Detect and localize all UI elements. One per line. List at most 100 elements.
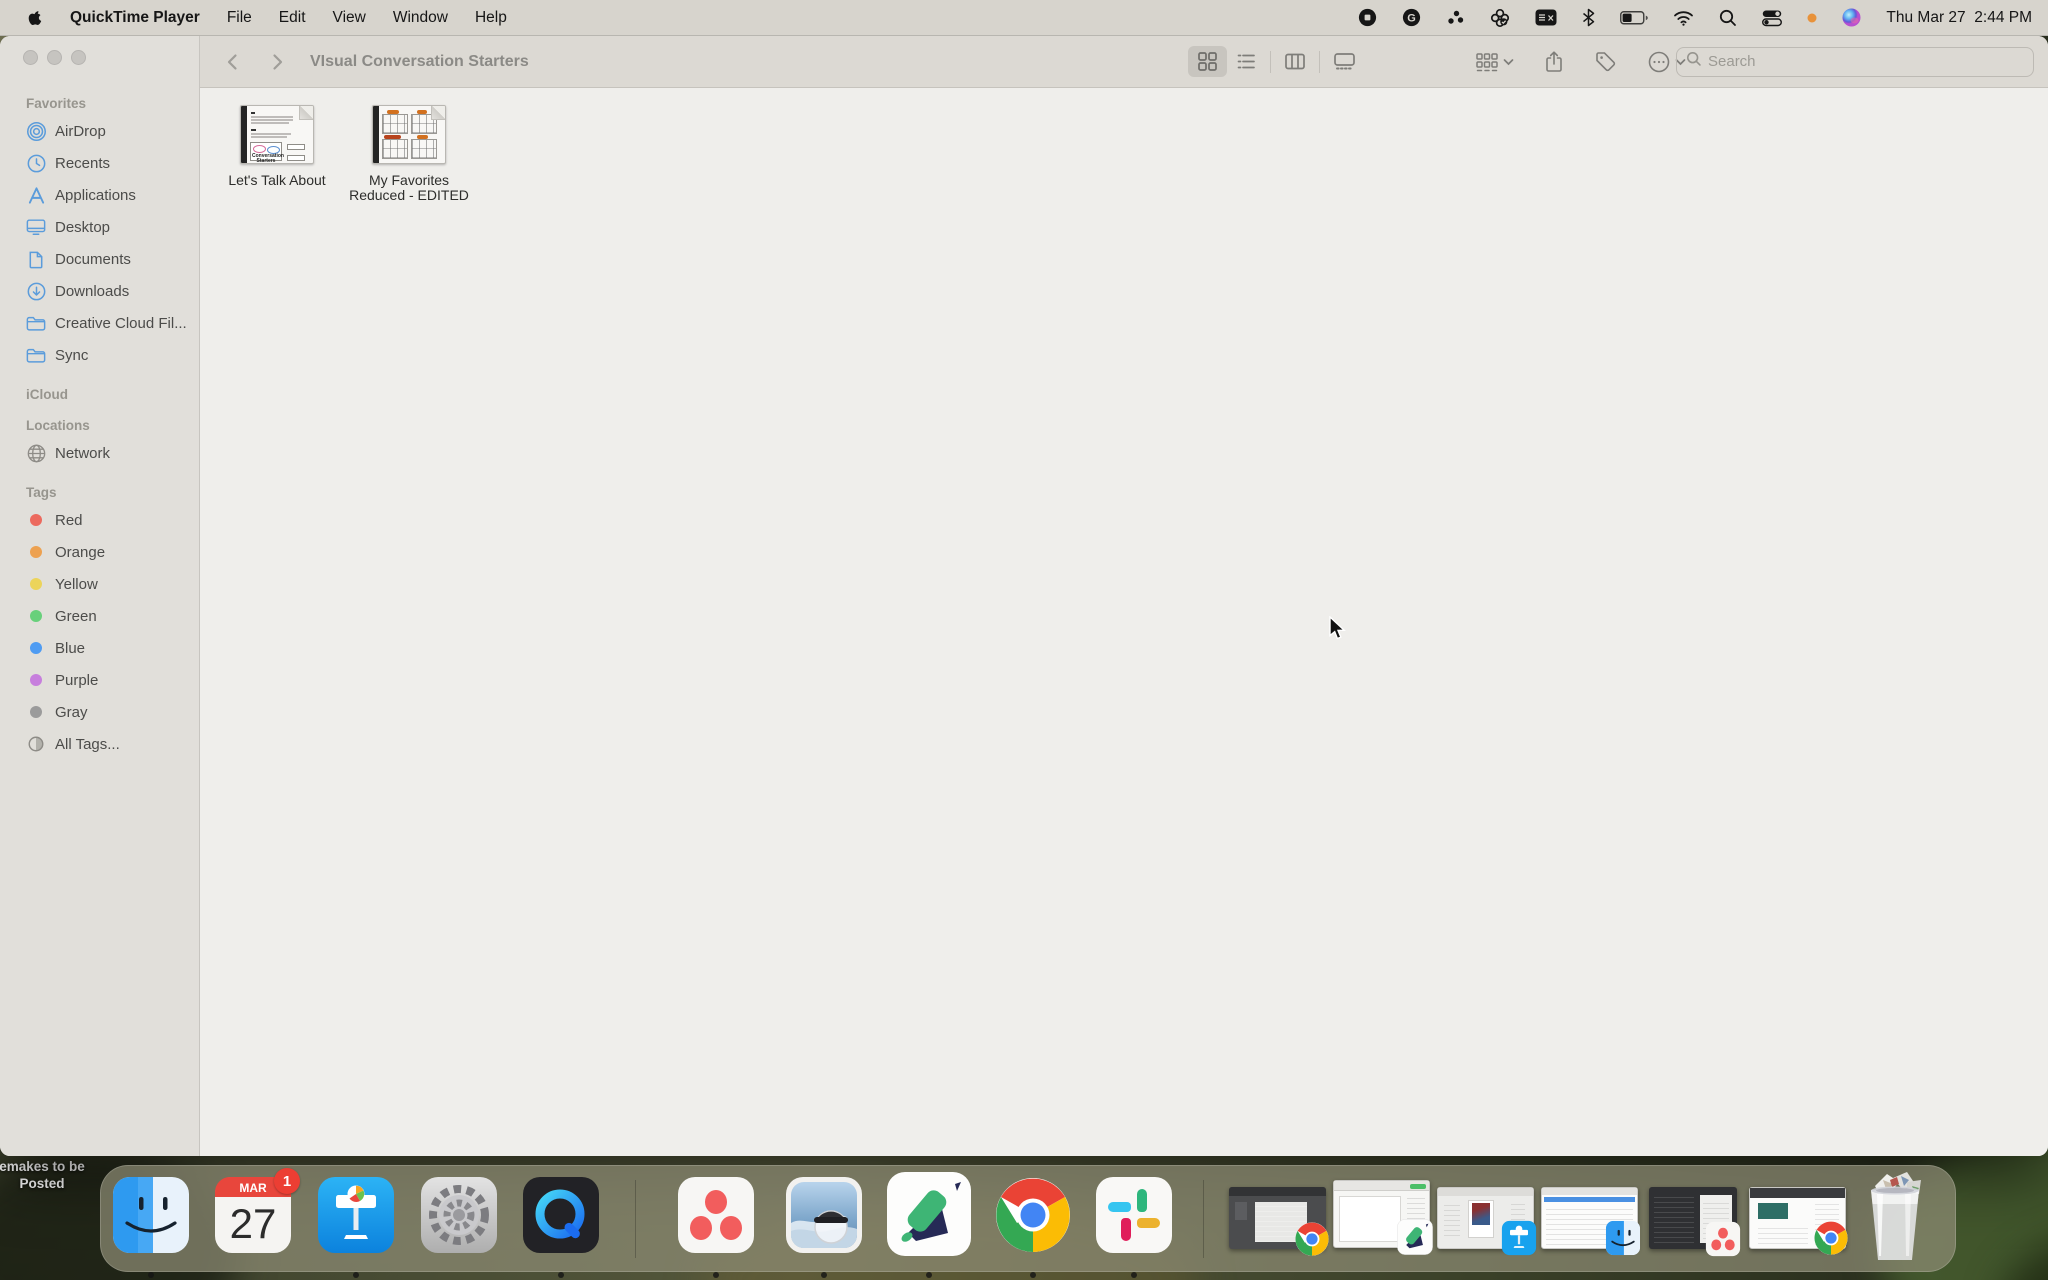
mouse-cursor	[1326, 616, 1350, 642]
menu-file[interactable]: File	[227, 9, 252, 27]
menu-bar-clock[interactable]: Thu Mar 27 2:44 PM	[1886, 9, 2032, 27]
minimized-window-keynote[interactable]	[1437, 1187, 1534, 1249]
sidebar-header-favorites: Favorites	[0, 96, 199, 111]
sidebar-section-tags: Tags Red Orange Yellow Green Blue Purple…	[0, 485, 199, 760]
menu-help[interactable]: Help	[475, 9, 507, 27]
file-name: My Favorites Reduced - EDITED	[345, 173, 473, 203]
list-view-button[interactable]	[1227, 46, 1266, 77]
calendar-day: 27	[230, 1200, 277, 1247]
sidebar-item-airdrop[interactable]: AirDrop	[0, 115, 199, 147]
spotlight-icon[interactable]	[1719, 8, 1737, 28]
bluetooth-icon[interactable]	[1582, 8, 1595, 28]
minimized-window-asana[interactable]	[1649, 1187, 1737, 1249]
icon-view-button[interactable]	[1188, 46, 1227, 77]
sidebar-item-green[interactable]: Green	[0, 600, 199, 632]
menu-edit[interactable]: Edit	[279, 9, 306, 27]
asana-badge-icon	[1705, 1221, 1741, 1257]
tag-dot-icon	[26, 574, 46, 594]
control-center-icon[interactable]	[1762, 8, 1782, 28]
calendar-month: MAR	[239, 1181, 267, 1195]
search-field[interactable]	[1676, 47, 2034, 77]
asana-dots-icon[interactable]	[1446, 8, 1465, 28]
close-button[interactable]	[23, 50, 38, 65]
clock-icon	[26, 153, 46, 173]
sidebar-header-icloud: iCloud	[0, 387, 199, 402]
siri-icon[interactable]	[1842, 8, 1861, 28]
dock-system-preferences-icon[interactable]	[419, 1175, 499, 1255]
sidebar-header-tags: Tags	[0, 485, 199, 500]
input-source-icon[interactable]	[1535, 8, 1557, 28]
search-input[interactable]	[1708, 53, 2024, 70]
sidebar-item-orange[interactable]: Orange	[0, 536, 199, 568]
column-view-button[interactable]	[1275, 46, 1315, 77]
menu-view[interactable]: View	[333, 9, 366, 27]
trash-icon[interactable]	[1857, 1168, 1933, 1264]
group-button[interactable]	[1475, 51, 1514, 73]
applications-icon	[26, 185, 46, 205]
sidebar-item-applications[interactable]: Applications	[0, 179, 199, 211]
dock-keynote-icon[interactable]	[316, 1175, 396, 1255]
download-icon	[26, 281, 46, 301]
finder-badge-icon	[1605, 1220, 1641, 1256]
sidebar-item-label: Orange	[55, 544, 105, 561]
sidebar-item-all-tags[interactable]: All Tags...	[0, 728, 199, 760]
desktop-file-label[interactable]: emakes to be Posted	[0, 1158, 100, 1192]
sidebar-item-creative-cloud-fil[interactable]: Creative Cloud Fil...	[0, 307, 199, 339]
sidebar-item-label: Network	[55, 445, 110, 462]
tag-dot-icon	[26, 542, 46, 562]
dock-calendar-icon[interactable]: MAR 27 1	[213, 1175, 293, 1255]
gallery-view-button[interactable]	[1324, 46, 1365, 77]
tag-dot-icon	[26, 638, 46, 658]
sidebar-item-sync[interactable]: Sync	[0, 339, 199, 371]
recording-indicator-dot[interactable]	[1807, 8, 1817, 28]
clover-check-icon[interactable]	[1490, 8, 1510, 28]
sidebar-item-network[interactable]: Network	[0, 437, 199, 469]
sidebar-section-icloud: iCloud	[0, 387, 199, 402]
dock-separator	[635, 1180, 636, 1258]
back-button[interactable]	[222, 51, 244, 73]
file-lets-talk-about[interactable]: Conversation Starters Let's Talk About	[213, 105, 341, 188]
active-app-name[interactable]: QuickTime Player	[70, 9, 200, 27]
forward-button[interactable]	[266, 51, 288, 73]
apple-menu-icon[interactable]	[27, 8, 43, 27]
view-mode-switcher	[1188, 46, 1365, 77]
sidebar-item-downloads[interactable]: Downloads	[0, 275, 199, 307]
dock-chrome-icon[interactable]	[993, 1175, 1073, 1255]
minimized-window-finder[interactable]	[1541, 1187, 1638, 1249]
sidebar-item-purple[interactable]: Purple	[0, 664, 199, 696]
toolbar-actions	[1475, 50, 1686, 74]
grammarly-icon[interactable]: G	[1402, 8, 1421, 28]
dock-notability-icon[interactable]	[886, 1171, 972, 1257]
tag-dot-icon	[26, 606, 46, 626]
sidebar-section-locations: Locations Network	[0, 418, 199, 469]
file-my-favorites-reduced[interactable]: My Favorites Reduced - EDITED	[345, 105, 473, 203]
zoom-button[interactable]	[71, 50, 86, 65]
sidebar-item-recents[interactable]: Recents	[0, 147, 199, 179]
sidebar-item-desktop[interactable]: Desktop	[0, 211, 199, 243]
sidebar-item-yellow[interactable]: Yellow	[0, 568, 199, 600]
running-indicator	[1131, 1272, 1137, 1278]
sidebar-header-locations: Locations	[0, 418, 199, 433]
document-thumbnail: Conversation Starters	[240, 105, 314, 164]
file-browser-content[interactable]: Conversation Starters Let's Talk About	[201, 89, 2048, 1156]
tag-button[interactable]	[1594, 50, 1617, 73]
minimize-button[interactable]	[47, 50, 62, 65]
minimized-window-chrome-2[interactable]	[1749, 1187, 1846, 1249]
minimized-window-notability[interactable]	[1333, 1180, 1430, 1248]
sidebar-item-gray[interactable]: Gray	[0, 696, 199, 728]
share-button[interactable]	[1544, 50, 1564, 74]
desktop-file-label-line2: Posted	[0, 1175, 100, 1192]
dock-slack-icon[interactable]	[1094, 1175, 1174, 1255]
dock-asana-icon[interactable]	[676, 1175, 756, 1255]
minimized-window-chrome[interactable]	[1229, 1187, 1326, 1249]
record-stop-icon[interactable]	[1358, 8, 1377, 28]
wifi-icon[interactable]	[1673, 8, 1694, 28]
dock-finder-icon[interactable]	[111, 1175, 191, 1255]
dock-quicktime-icon[interactable]	[521, 1175, 601, 1255]
dock-preview-icon[interactable]	[784, 1175, 864, 1255]
sidebar-item-documents[interactable]: Documents	[0, 243, 199, 275]
menu-window[interactable]: Window	[393, 9, 448, 27]
sidebar-item-red[interactable]: Red	[0, 504, 199, 536]
sidebar-item-blue[interactable]: Blue	[0, 632, 199, 664]
battery-icon[interactable]	[1620, 8, 1648, 28]
